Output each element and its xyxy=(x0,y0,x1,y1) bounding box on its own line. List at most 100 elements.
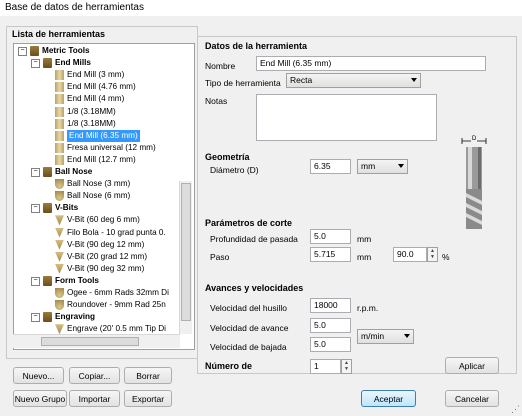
tree-tool-row[interactable]: V-Bit (90 deg 32 mm) xyxy=(14,263,194,275)
tree-group-label: Engraving xyxy=(55,312,96,322)
window-title: Base de datos de herramientas xyxy=(0,0,522,16)
spindle-speed-input[interactable]: 18000 xyxy=(310,298,351,313)
tree-tool-row[interactable]: V-Bit (20 grad 12 mm) xyxy=(14,251,194,263)
plunge-rate-input[interactable]: 5.0 xyxy=(310,337,351,352)
end-mill-icon xyxy=(55,70,64,81)
spin-down-icon[interactable]: ▼ xyxy=(428,254,437,260)
cancel-button[interactable]: Cancelar xyxy=(445,390,499,407)
end-mill-diagram-icon xyxy=(461,138,487,229)
tool-name-input[interactable]: End Mill (6.35 mm) xyxy=(256,56,486,71)
tree-tool-label: End Mill (4 mm) xyxy=(67,94,125,104)
stepover-percent-input[interactable]: 90.0 xyxy=(393,247,427,262)
spin-down-icon[interactable]: ▼ xyxy=(342,366,351,372)
ball-nose-icon xyxy=(55,179,64,190)
tree-group-row[interactable]: − Engraving xyxy=(14,311,194,323)
collapse-toggle-icon[interactable]: − xyxy=(18,47,27,56)
tree-tool-label: V-Bit (90 deg 32 mm) xyxy=(67,263,145,273)
stepover-input[interactable]: 5.715 xyxy=(310,247,351,262)
new-tool-button[interactable]: Nuevo... xyxy=(13,367,64,384)
end-mill-icon xyxy=(55,94,64,105)
tree-tool-row[interactable]: Fresa universal (12 mm) xyxy=(14,142,194,154)
tree-tool-label: End Mill (12.7 mm) xyxy=(67,154,136,164)
tree-tool-row[interactable]: V-Bit (90 deg 12 mm) xyxy=(14,239,194,251)
tree-group-row[interactable]: − End Mills xyxy=(14,57,194,69)
tool-group-icon xyxy=(30,46,39,56)
tree-tool-row[interactable]: End Mill (4.76 mm) xyxy=(14,81,194,93)
v-bit-icon xyxy=(55,227,64,238)
diameter-input[interactable]: 6.35 xyxy=(310,159,351,174)
tree-tool-label: End Mill (6.35 mm) xyxy=(67,129,140,142)
tool-number-input[interactable]: 1 xyxy=(310,359,341,374)
new-group-button[interactable]: Nuevo Grupo xyxy=(13,390,67,407)
delete-tool-button[interactable]: Borrar xyxy=(124,367,172,384)
tree-tool-row[interactable]: End Mill (12.7 mm) xyxy=(14,154,194,166)
collapse-toggle-icon[interactable]: − xyxy=(31,204,40,214)
pass-depth-input[interactable]: 5.0 xyxy=(310,229,351,244)
tool-group-icon xyxy=(43,203,52,214)
stepover-unit: mm xyxy=(357,252,372,262)
tree-tool-label: V-Bit (20 grad 12 mm) xyxy=(67,251,148,261)
tree-group-row[interactable]: − Ball Nose xyxy=(14,166,194,178)
end-mill-icon xyxy=(55,118,64,129)
tree-tool-label: V-Bit (60 deg 6 mm) xyxy=(67,215,140,225)
spindle-speed-unit: r.p.m. xyxy=(357,303,379,313)
tool-data-section-title: Datos de la herramienta xyxy=(205,41,308,51)
tree-group-label: Ball Nose xyxy=(55,167,93,176)
tree-tool-label: Ball Nose (3 mm) xyxy=(67,179,131,189)
tree-tool-row[interactable]: End Mill (6.35 mm) xyxy=(14,129,194,142)
v-bit-icon xyxy=(55,324,64,335)
import-button[interactable]: Importar xyxy=(69,390,120,407)
copy-tool-button[interactable]: Copiar... xyxy=(69,367,120,384)
feeds-section-title: Avances y velocidades xyxy=(205,283,304,293)
tree-tool-row[interactable]: End Mill (3 mm) xyxy=(14,69,194,81)
tree-tool-row[interactable]: Ball Nose (6 mm) xyxy=(14,190,194,202)
export-button[interactable]: Exportar xyxy=(124,390,172,407)
tree-group-row[interactable]: − Metric Tools xyxy=(14,45,194,57)
tree-tool-row[interactable]: Roundover - 9mm Rad 25n xyxy=(14,299,194,311)
tree-horizontal-scroll-thumb[interactable] xyxy=(41,337,139,346)
tool-type-value: Recta xyxy=(290,75,313,85)
tree-tool-row[interactable]: Filo Bola - 10 grad punta 0. xyxy=(14,227,194,239)
resize-grip-icon[interactable]: ⋰ xyxy=(511,404,520,415)
notes-textarea[interactable] xyxy=(256,94,437,141)
tree-tool-row[interactable]: Ball Nose (3 mm) xyxy=(14,178,194,190)
rate-unit-select[interactable]: m/min xyxy=(357,329,414,344)
tree-tool-row[interactable]: Ogee - 6mm Rads 32mm Di xyxy=(14,287,194,299)
v-bit-icon xyxy=(55,251,64,262)
tool-tree[interactable]: − Metric Tools − End Mills End Mill (3 mm) En… xyxy=(13,43,195,350)
collapse-toggle-icon[interactable]: − xyxy=(31,168,40,177)
diameter-unit-select[interactable]: mm xyxy=(357,159,408,174)
tree-tool-label: End Mill (3 mm) xyxy=(67,70,125,80)
diameter-diagram-label: D xyxy=(471,136,478,142)
feed-rate-label: Velocidad de avance xyxy=(210,323,289,333)
tree-group-row[interactable]: − V-Bits xyxy=(14,202,194,214)
ok-button[interactable]: Aceptar xyxy=(361,390,416,407)
collapse-toggle-icon[interactable]: − xyxy=(31,59,40,69)
feed-rate-input[interactable]: 5.0 xyxy=(310,318,351,333)
chevron-down-icon xyxy=(404,334,410,338)
collapse-toggle-icon[interactable]: − xyxy=(31,313,40,323)
spindle-speed-label: Velocidad del husillo xyxy=(210,303,288,313)
tree-vertical-scroll-thumb[interactable] xyxy=(181,183,191,321)
notes-label: Notas xyxy=(205,96,228,106)
tree-tool-label: 1/8 (3.18MM) xyxy=(67,106,116,116)
collapse-toggle-icon[interactable]: − xyxy=(31,276,40,286)
name-label: Nombre xyxy=(205,61,236,71)
stepover-percent-spinner[interactable]: ▲ ▼ xyxy=(427,247,438,262)
end-mill-diagram: D xyxy=(456,136,491,235)
end-mill-icon xyxy=(55,142,64,153)
tool-type-select[interactable]: Recta xyxy=(286,73,421,88)
tree-group-label: Form Tools xyxy=(55,275,99,285)
tool-group-icon xyxy=(43,275,52,286)
apply-button[interactable]: Aplicar xyxy=(445,357,499,374)
tree-vertical-scrollbar[interactable] xyxy=(179,181,192,334)
tree-group-row[interactable]: − Form Tools xyxy=(14,275,194,287)
tree-tool-row[interactable]: End Mill (4 mm) xyxy=(14,93,194,105)
tree-tool-row[interactable]: 1/8 (3.18MM) xyxy=(14,118,194,130)
tree-tool-label: Ball Nose (6 mm) xyxy=(67,191,131,201)
pass-depth-label: Profundidad de pasada xyxy=(210,234,298,244)
tree-tool-row[interactable]: 1/8 (3.18MM) xyxy=(14,106,194,118)
tree-horizontal-scrollbar[interactable] xyxy=(13,334,180,348)
tool-number-spinner[interactable]: ▲ ▼ xyxy=(341,359,352,374)
tree-tool-row[interactable]: V-Bit (60 deg 6 mm) xyxy=(14,214,194,226)
